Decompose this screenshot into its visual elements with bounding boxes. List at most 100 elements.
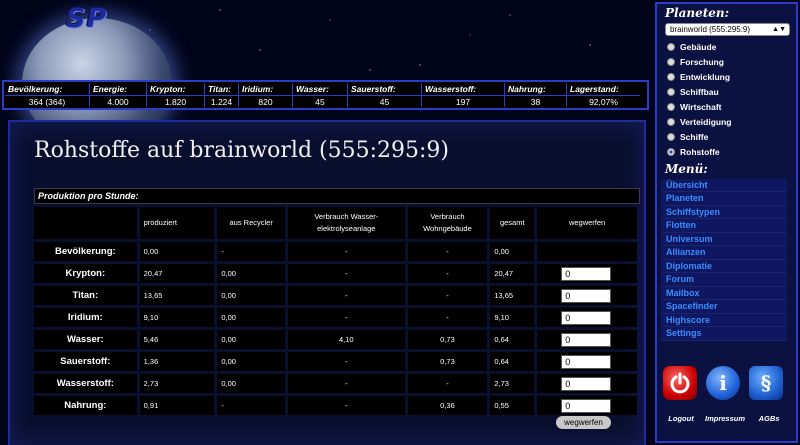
table-cell: 0,64 [490,330,535,349]
view-radio-option[interactable]: Forschung [667,54,796,69]
discard-cell: 0 [537,308,637,327]
row-label: Nahrung: [34,396,137,415]
discard-amount-input[interactable]: 0 [561,310,612,325]
radio-button-icon[interactable] [667,133,675,142]
icon-label[interactable]: Impressum [703,414,747,423]
table-cell: 0,00 [217,264,286,283]
discard-amount-input[interactable]: 0 [561,398,612,413]
radio-button-icon[interactable] [667,118,675,127]
row-label: Krypton: [34,264,137,283]
discard-cell: 0 [537,352,637,371]
menu-item[interactable]: Allianzen [661,246,787,260]
resource-value: 1.820 [147,95,204,108]
table-row: Krypton: 20,47 0,00- -20,47 0 [34,264,637,283]
radio-button-icon[interactable] [667,57,675,66]
resource-cell: Energie: 4.000 [89,83,146,107]
game-logo[interactable]: SP [66,3,107,34]
menu-item[interactable]: Highscore [661,313,787,328]
column-header: Verbrauch Wasser-elektrolyseanlage [288,207,405,239]
view-radio-option[interactable]: Wirtschaft [667,99,796,114]
table-cell: 20,47 [139,264,215,283]
discard-amount-input[interactable]: 0 [561,376,612,391]
resource-name: Krypton: [150,84,186,94]
discard-button[interactable]: wegwerfen [556,416,611,429]
table-cell: 0,00 [139,242,215,261]
discard-amount-input[interactable]: 0 [561,288,612,303]
menu-item[interactable]: Diplomatie [661,259,787,274]
discard-amount-input[interactable]: 0 [561,332,612,347]
menu-item[interactable]: Forum [661,273,787,287]
table-cell: - [407,242,488,261]
menu-item[interactable]: Mailbox [661,286,787,301]
menu-item[interactable]: Universum [661,232,787,247]
column-header: Verbrauch Wohngebäude [407,207,488,239]
view-radio-option[interactable]: Gebäude [667,39,796,54]
menu-item[interactable]: Übersicht [661,178,787,193]
radio-button-icon[interactable] [667,148,675,157]
info-icon[interactable]: i [706,366,740,400]
resource-value: 364 (364) [5,95,89,108]
menu-item[interactable]: Schiffstypen [661,205,787,220]
power-icon[interactable] [663,366,697,400]
discard-cell [537,242,637,261]
discard-amount-input[interactable]: 0 [561,354,612,369]
view-radio-option[interactable]: Rohstoffe [667,145,796,160]
table-cell: 0,91 [139,396,215,415]
table-cell: 9,10 [490,308,535,327]
row-label: Titan: [34,286,137,305]
view-radio-option[interactable]: Verteidigung [667,114,796,129]
table-cell: 13,65 [139,286,215,305]
radio-label: Entwicklung [680,71,731,82]
radio-button-icon[interactable] [667,42,675,51]
radio-button-icon[interactable] [667,72,675,81]
table-cell: - [288,286,405,305]
table-cell: 1,36 [139,352,215,371]
table-cell: 0,73 [407,352,488,371]
paragraph-icon[interactable]: § [749,366,783,400]
resource-value: 92,07% [567,95,640,108]
row-label: Wasser: [34,330,137,349]
row-label: Sauerstoff: [34,352,137,371]
menu-item[interactable]: Flotten [661,219,787,233]
menu-item[interactable]: Settings [661,327,787,341]
menu-heading: Menü: [665,161,708,176]
table-cell: 0,00 [217,352,286,371]
table-cell: 0,00 [217,330,286,349]
discard-cell: 0 [537,374,637,393]
discard-amount-input[interactable]: 0 [561,266,612,281]
planets-heading: Planeten: [665,6,730,20]
table-row: Sauerstoff: 1,36 0,00-0,73 0,64 0 [34,352,637,371]
right-sidebar: Planeten: brainworld (555:295:9) ▲▼ Gebä… [655,2,798,443]
resource-name: Nahrung: [508,84,546,94]
table-cell: 0,55 [490,396,535,415]
resource-cell: Sauerstoff: 45 [347,83,421,107]
table-cell: 2,73 [490,374,535,393]
radio-label: Forschung [680,56,724,67]
row-label: Iridium: [34,308,137,327]
table-cell: - [288,352,405,371]
icon-label[interactable]: Logout [659,414,703,423]
table-cell: 0,36 [407,396,488,415]
menu-item[interactable]: Planeten [661,192,787,206]
resource-name: Titan: [208,84,231,94]
resource-cell: Wasserstoff: 197 [421,83,504,107]
table-row: Bevölkerung: 0,00- - -0,00 [34,242,637,261]
radio-button-icon[interactable] [667,87,675,96]
icon-label[interactable]: AGBs [747,414,791,423]
table-cell: - [288,374,405,393]
resource-name: Lagerstand: [570,84,619,94]
resource-name: Wasserstoff: [425,84,477,94]
resource-name: Sauerstoff: [351,84,396,94]
view-radio-option[interactable]: Entwicklung [667,69,796,84]
resource-cell: Bevölkerung: 364 (364) [5,83,89,107]
footer-icon-labels: Logout Impressum AGBs [659,414,791,423]
view-radio-option[interactable]: Schiffe [667,130,796,145]
table-cell: 13,65 [490,286,535,305]
resource-name: Energie: [93,84,128,94]
planet-select[interactable]: brainworld (555:295:9) ▲▼ [665,23,790,36]
radio-button-icon[interactable] [667,102,675,111]
resource-value: 45 [348,95,421,108]
radio-label: Rohstoffe [680,147,720,158]
menu-item[interactable]: Spacefinder [661,300,787,314]
view-radio-option[interactable]: Schiffbau [667,84,796,99]
